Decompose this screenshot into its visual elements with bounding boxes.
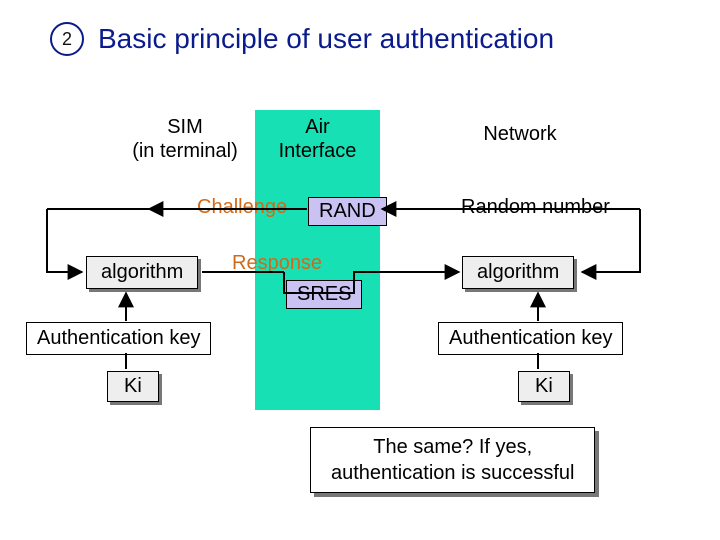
random-number-label: Random number: [461, 196, 610, 219]
col-head-air: Air Interface: [255, 115, 380, 163]
result-text: The same? If yes,authentication is succe…: [331, 436, 574, 484]
ki-right-box: Ki: [518, 371, 570, 402]
algorithm-right-box: algorithm: [462, 256, 574, 289]
col-head-network: Network: [445, 122, 595, 146]
ki-left-box: Ki: [107, 371, 159, 402]
col-head-air-line2: Interface: [255, 139, 380, 163]
response-label: Response: [232, 252, 322, 275]
col-head-sim: SIM (in terminal): [100, 115, 270, 163]
col-head-sim-line2: (in terminal): [100, 139, 270, 163]
col-head-air-line1: Air: [255, 115, 380, 139]
challenge-label: Challenge: [197, 196, 287, 219]
rand-box: RAND: [308, 197, 387, 226]
result-box: The same? If yes,authentication is succe…: [310, 427, 595, 493]
page-title: Basic principle of user authentication: [98, 23, 554, 55]
authkey-left-box: Authentication key: [26, 322, 211, 355]
algorithm-left-box: algorithm: [86, 256, 198, 289]
sres-box: SRES: [286, 280, 362, 309]
section-number-badge: 2: [50, 22, 84, 56]
col-head-sim-line1: SIM: [100, 115, 270, 139]
authkey-right-box: Authentication key: [438, 322, 623, 355]
